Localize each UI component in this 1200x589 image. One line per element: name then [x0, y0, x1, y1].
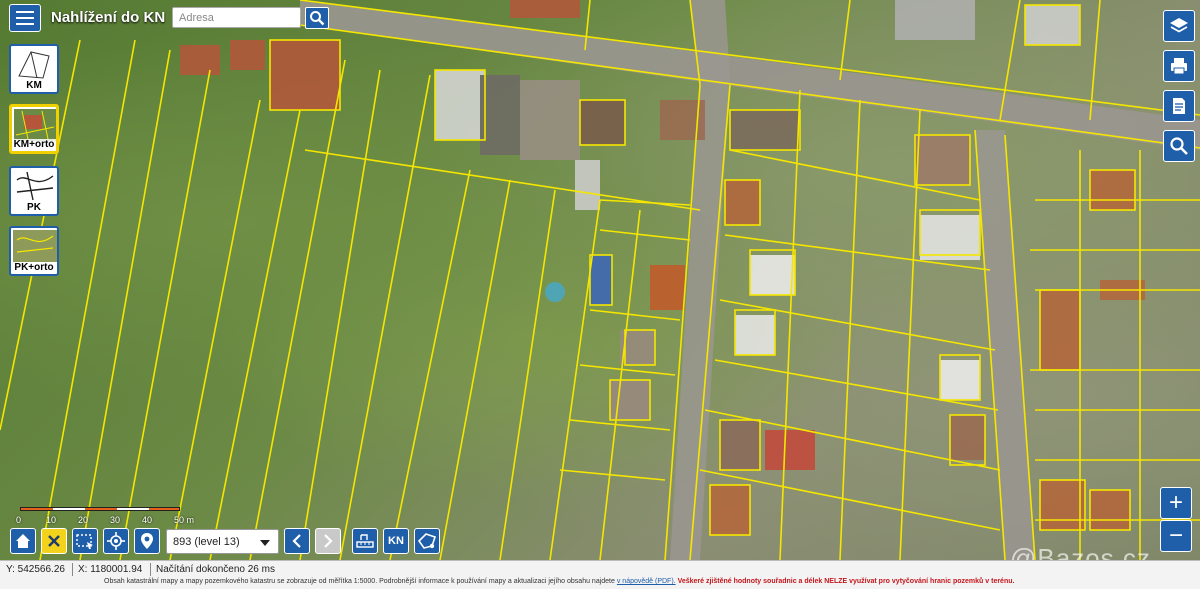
menu-button[interactable] [9, 4, 41, 32]
map-overlay [0, 0, 1200, 560]
print-button[interactable] [1163, 50, 1195, 82]
pk-map-thumbnail [13, 170, 57, 202]
layer-km-button[interactable]: KM [9, 44, 59, 94]
y-coordinate: Y: 542566.26 [6, 564, 65, 575]
map-scale: 0 10 20 30 40 50 m [16, 507, 210, 529]
report-button[interactable] [1163, 90, 1195, 122]
status-bar: Y: 542566.26 X: 1180001.94 Načítání doko… [0, 560, 1200, 589]
scale-label-50: 50 m [174, 515, 195, 525]
search-button[interactable] [305, 7, 329, 29]
document-icon [1173, 98, 1185, 114]
home-button[interactable] [10, 528, 36, 554]
layer-pk-orto-label: PK+orto [11, 262, 57, 273]
app-title: Nahlížení do KN [51, 9, 166, 26]
zoom-level-value: 893 (level 13) [173, 535, 240, 548]
magnifier-icon [1170, 137, 1188, 155]
chevron-right-icon [324, 534, 333, 548]
polygon-button[interactable] [414, 528, 440, 554]
polygon-icon [417, 533, 437, 549]
address-search-input[interactable] [172, 7, 301, 28]
search-icon [310, 11, 325, 26]
home-icon [16, 534, 30, 548]
locate-button[interactable] [103, 528, 129, 554]
select-tool-button[interactable] [41, 528, 67, 554]
cadastre-viewer: Nahlížení do KN KM KM+orto PK [0, 0, 1200, 589]
disclaimer-text: Obsah katastrální mapy a mapy pozemkovéh… [104, 578, 615, 585]
kn-button[interactable]: KN [383, 528, 409, 554]
pin-button[interactable] [134, 528, 160, 554]
help-pdf-link[interactable]: v nápovědě (PDF). [617, 578, 676, 585]
rectangle-select-button[interactable] [72, 528, 98, 554]
chevron-down-icon [260, 540, 270, 546]
zoom-level-select[interactable]: 893 (level 13) [166, 529, 279, 554]
crosshair-icon [107, 532, 125, 550]
scale-label-10: 10 [46, 515, 57, 525]
scale-label-20: 20 [78, 515, 89, 525]
layers-button[interactable] [1163, 10, 1195, 42]
scale-bar [20, 507, 180, 511]
plus-icon: + [1168, 489, 1183, 516]
chevron-left-icon [292, 534, 301, 548]
layers-icon [1170, 18, 1188, 33]
disclaimer-warning: Veškeré zjištěné hodnoty souřadnic a dél… [677, 578, 1015, 585]
back-button[interactable] [284, 528, 310, 554]
magnify-button[interactable] [1163, 130, 1195, 162]
zoom-out-button[interactable]: − [1160, 520, 1192, 552]
printer-icon [1171, 58, 1187, 75]
zoom-in-button[interactable]: + [1160, 487, 1192, 519]
forward-button[interactable] [315, 528, 341, 554]
disclaimer: Obsah katastrální mapy a mapy pozemkovéh… [104, 578, 1014, 585]
scale-label-30: 30 [110, 515, 121, 525]
cadastral-map[interactable] [0, 0, 1200, 560]
measure-icon [356, 534, 374, 548]
map-pin-icon [141, 533, 153, 549]
layer-pk-orto-button[interactable]: PK+orto [9, 226, 59, 276]
layer-km-orto-label: KM+orto [12, 139, 56, 150]
layer-km-orto-button[interactable]: KM+orto [9, 104, 59, 154]
layer-pk-label: PK [11, 202, 57, 213]
km-orto-thumbnail [14, 109, 56, 141]
minus-icon: − [1168, 522, 1183, 549]
scale-label-40: 40 [142, 515, 153, 525]
x-select-icon [48, 535, 60, 547]
load-status: Načítání dokončeno 26 ms [156, 564, 275, 575]
scale-label-0: 0 [16, 515, 22, 525]
hamburger-icon [16, 11, 34, 13]
measure-button[interactable] [352, 528, 378, 554]
km-map-thumbnail [13, 48, 57, 80]
layer-km-label: KM [11, 80, 57, 91]
layer-pk-button[interactable]: PK [9, 166, 59, 216]
kn-label: KN [388, 535, 404, 547]
pk-orto-thumbnail [13, 230, 57, 262]
rectangle-select-icon [76, 534, 93, 549]
x-coordinate: X: 1180001.94 [78, 564, 143, 575]
